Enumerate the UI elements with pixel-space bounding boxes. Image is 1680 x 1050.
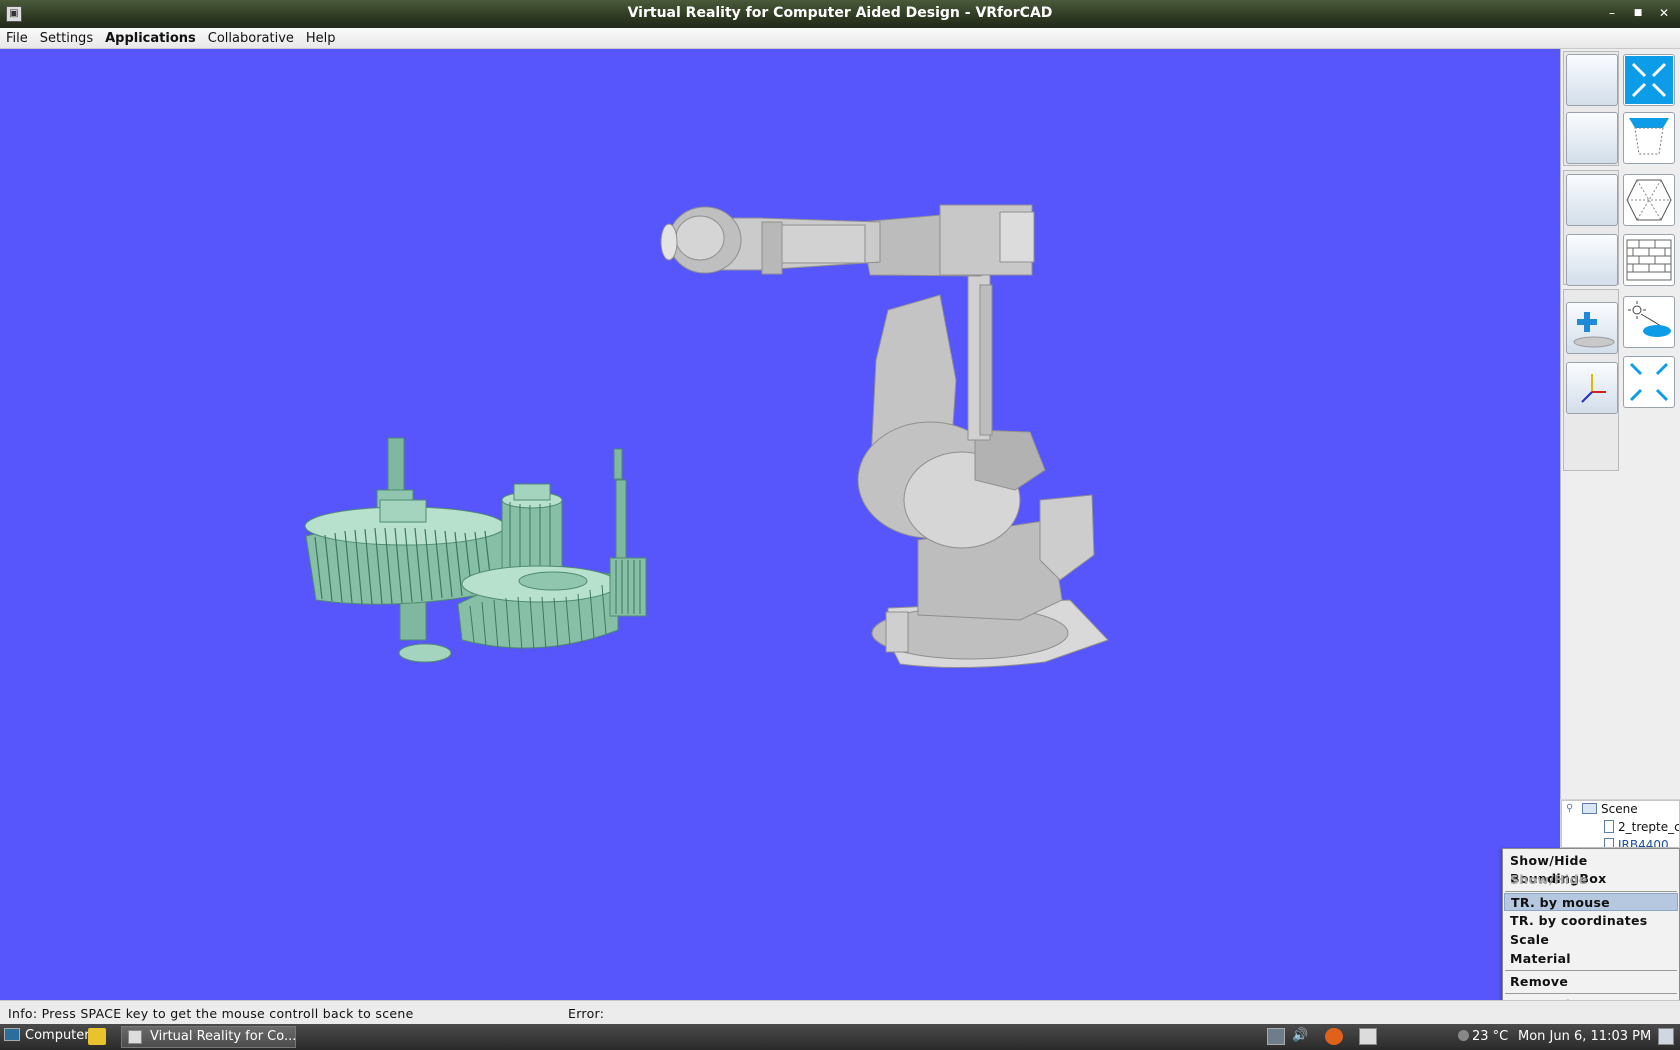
industrial-robot-arm[interactable] xyxy=(660,204,1109,669)
minimize-icon[interactable]: – xyxy=(1604,5,1620,21)
axis-icon xyxy=(1581,374,1606,403)
menu-tr-by-mouse[interactable]: TR. by mouse xyxy=(1504,893,1678,911)
menu-settings[interactable]: Settings xyxy=(34,28,99,49)
menu-bar: File Settings Applications Collaborative Hel… xyxy=(0,28,1680,49)
context-menu: Show/Hide BoundingBox Show/Hide TR. by m… xyxy=(1502,848,1680,1018)
view-frustum-icon xyxy=(1629,118,1669,155)
network-icon[interactable] xyxy=(1267,1028,1285,1045)
menu-file[interactable]: File xyxy=(0,28,34,49)
scene-tree[interactable]: ⚲ Scene 2_trepte_c IRB4400 xyxy=(1561,800,1680,848)
wireframe-button[interactable] xyxy=(1623,174,1675,226)
firefox-icon[interactable] xyxy=(1325,1028,1343,1045)
texture-wall-button[interactable] xyxy=(1623,234,1675,286)
menu-separator xyxy=(1505,970,1677,971)
temperature-display: 23 °C xyxy=(1458,1029,1508,1044)
weather-icon xyxy=(1458,1030,1469,1041)
scene-canvas[interactable] xyxy=(0,49,1560,1000)
menu-remove[interactable]: Remove xyxy=(1504,973,1678,991)
show-desktop-icon[interactable] xyxy=(1658,1028,1674,1045)
3d-viewport[interactable] xyxy=(0,49,1560,1000)
menu-collaborative[interactable]: Collaborative xyxy=(202,28,300,49)
view-frustum-button[interactable] xyxy=(1623,112,1675,164)
blank-button-2[interactable] xyxy=(1566,112,1618,164)
start-menu-button[interactable]: Computer xyxy=(4,1028,90,1043)
taskbar: Computer Virtual Reality for Co... 🔊 23 … xyxy=(0,1024,1680,1050)
texture-wall-icon xyxy=(1626,239,1672,281)
volume-icon[interactable]: 🔊 xyxy=(1292,1028,1310,1045)
taskbar-window-button[interactable]: Virtual Reality for Co... xyxy=(121,1026,296,1048)
blank-button-3[interactable] xyxy=(1566,174,1618,226)
maximize-icon[interactable]: ■ xyxy=(1630,5,1646,21)
menu-help[interactable]: Help xyxy=(300,28,342,49)
menu-show-hide-boundingbox[interactable]: Show/Hide BoundingBox xyxy=(1504,852,1678,886)
file-icon xyxy=(1604,838,1614,847)
add-floor-button[interactable] xyxy=(1566,302,1618,354)
window-title: Virtual Reality for Computer Aided Desig… xyxy=(627,5,1053,21)
blank-button-4[interactable] xyxy=(1566,234,1618,286)
tree-node-scene[interactable]: Scene xyxy=(1582,802,1638,816)
fullscreen-expand-icon xyxy=(1625,56,1673,104)
shrink-view-icon xyxy=(1629,362,1669,402)
menu-applications[interactable]: Applications xyxy=(99,28,202,49)
tree-node-gears[interactable]: 2_trepte_c xyxy=(1604,820,1679,834)
clock[interactable]: Mon Jun 6, 11:03 PM xyxy=(1518,1029,1651,1044)
menu-separator xyxy=(1505,891,1677,892)
menu-separator xyxy=(1505,993,1677,994)
blank-button-1[interactable] xyxy=(1566,54,1618,106)
lighting-button[interactable] xyxy=(1623,296,1675,348)
gear-assembly[interactable] xyxy=(304,437,647,663)
file-icon xyxy=(1604,820,1614,833)
folder-icon xyxy=(1582,803,1597,814)
menu-tr-by-coordinates[interactable]: TR. by coordinates xyxy=(1504,912,1678,930)
status-info: Info: Press SPACE key to get the mouse c… xyxy=(8,1006,414,1021)
tool-panel xyxy=(1560,49,1680,799)
tree-expand-icon[interactable]: ⚲ xyxy=(1566,803,1573,814)
menu-scale[interactable]: Scale xyxy=(1504,931,1678,949)
computer-icon xyxy=(4,1028,20,1041)
close-icon[interactable]: ✕ xyxy=(1656,5,1672,21)
axis-button[interactable] xyxy=(1566,362,1618,414)
shrink-view-button[interactable] xyxy=(1623,356,1675,408)
wireframe-icon xyxy=(1626,179,1672,221)
menu-material[interactable]: Material xyxy=(1504,950,1678,968)
lighting-icon xyxy=(1628,301,1671,337)
fullscreen-expand-button[interactable] xyxy=(1623,54,1675,106)
notes-launcher-icon[interactable] xyxy=(88,1028,106,1045)
status-error: Error: xyxy=(568,1006,605,1021)
status-bar: Info: Press SPACE key to get the mouse c… xyxy=(0,1000,1680,1024)
title-bar: ▣ Virtual Reality for Computer Aided Des… xyxy=(0,0,1680,28)
vrforcad-tray-icon[interactable] xyxy=(1359,1028,1377,1045)
tree-node-robot[interactable]: IRB4400 xyxy=(1604,838,1669,847)
add-floor-icon xyxy=(1573,312,1615,348)
menu-show-hide: Show/Hide xyxy=(1510,872,1588,887)
app-icon xyxy=(128,1030,142,1044)
